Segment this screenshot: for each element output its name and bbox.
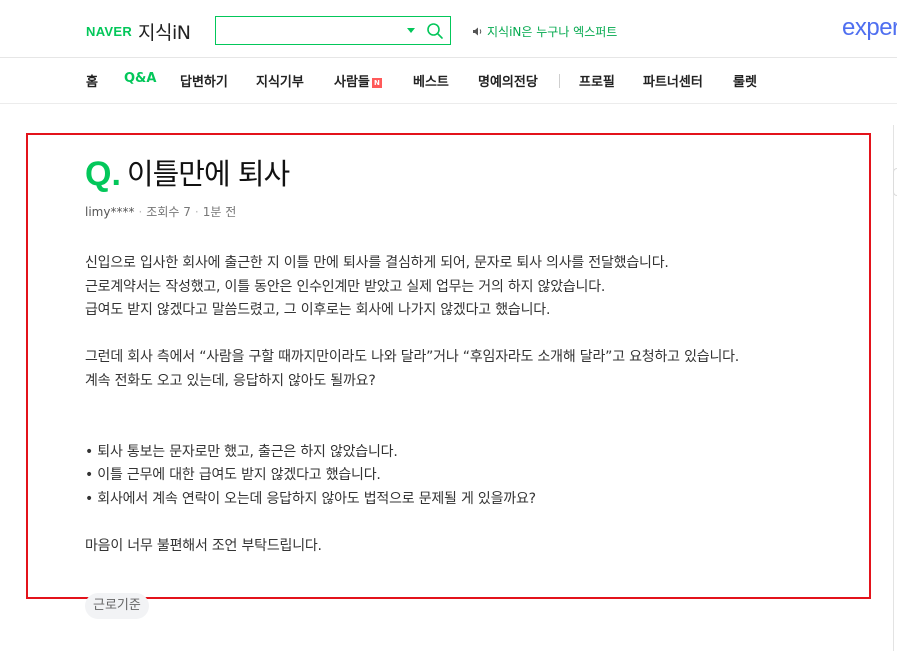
topic-tag[interactable]: 근로기준 (85, 593, 149, 619)
search-dropdown-icon[interactable] (407, 28, 415, 33)
kin-logo[interactable]: 지식iN (138, 18, 191, 45)
nav-partner-center[interactable]: 파트너센터 (643, 71, 703, 90)
nav-best[interactable]: 베스트 (413, 71, 449, 90)
naver-kin-logo[interactable]: NAVER 지식iN (86, 18, 191, 45)
nav-donate[interactable]: 지식기부 (256, 71, 304, 90)
highlight-box (26, 133, 871, 599)
expert-promo-link[interactable]: 지식iN은 누구나 엑스퍼트 (472, 23, 617, 40)
new-badge: N (371, 77, 382, 88)
nav-qna[interactable]: Q&A (124, 71, 156, 86)
top-header: NAVER 지식iN 지식iN은 누구나 엑스퍼트 expert (0, 0, 897, 58)
expert-logo[interactable]: expert (842, 14, 897, 42)
side-panel-tab[interactable] (893, 168, 897, 196)
side-panel-edge (893, 125, 897, 651)
search-input[interactable] (220, 20, 406, 41)
nav-people[interactable]: 사람들 N (334, 71, 382, 90)
nav-home[interactable]: 홈 (86, 71, 98, 90)
nav-answer[interactable]: 답변하기 (180, 71, 228, 90)
nav-hall-of-fame[interactable]: 명예의전당 (478, 71, 538, 90)
main-nav: 홈 Q&A 답변하기 지식기부 사람들 N 베스트 명예의전당 프로필 파트너센터… (0, 59, 897, 104)
naver-logo[interactable]: NAVER (86, 24, 132, 39)
search-icon[interactable] (426, 22, 444, 40)
promo-text: 지식iN은 누구나 엑스퍼트 (487, 25, 618, 39)
nav-profile[interactable]: 프로필 (579, 71, 615, 90)
nav-divider (559, 74, 560, 88)
search-box (215, 16, 451, 45)
nav-people-label: 사람들 (334, 75, 370, 90)
nav-roulette[interactable]: 룰렛 (733, 71, 757, 90)
speaker-icon (473, 27, 482, 36)
